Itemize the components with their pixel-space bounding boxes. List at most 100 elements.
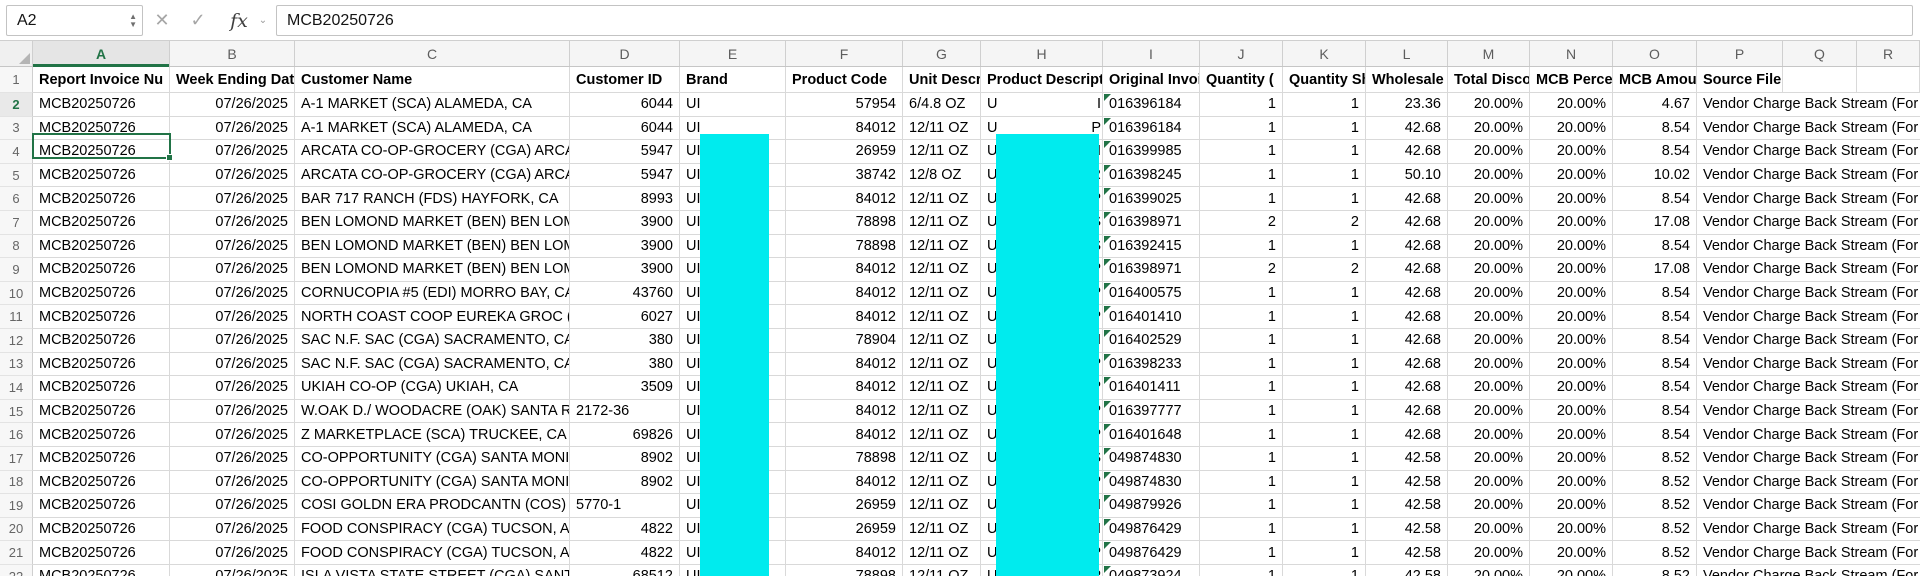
cell-I8[interactable]: 016392415: [1103, 235, 1200, 259]
cell-G5[interactable]: 12/8 OZ: [903, 164, 981, 188]
cell-C22[interactable]: ISLA VISTA STATE STREET (CGA) SANTA BA: [295, 565, 570, 576]
column-header-I[interactable]: I: [1103, 41, 1200, 66]
cell-A7[interactable]: MCB20250726: [33, 211, 170, 235]
cell-M13[interactable]: 20.00%: [1448, 353, 1530, 377]
cell-P22[interactable]: Vendor Charge Back Stream (For: [1697, 565, 1920, 576]
cell-P19[interactable]: Vendor Charge Back Stream (For: [1697, 494, 1920, 518]
cell-F5[interactable]: 38742: [786, 164, 903, 188]
cell-P9[interactable]: Vendor Charge Back Stream (For: [1697, 258, 1920, 282]
cell-P5[interactable]: Vendor Charge Back Stream (For: [1697, 164, 1920, 188]
cell-M4[interactable]: 20.00%: [1448, 140, 1530, 164]
cell-C4[interactable]: ARCATA CO-OP-GROCERY (CGA) ARCATA,: [295, 140, 570, 164]
accept-icon[interactable]: ✓: [184, 0, 212, 41]
cell-G2[interactable]: 6/4.8 OZ: [903, 93, 981, 117]
chevron-down-icon[interactable]: ⌄: [255, 0, 271, 41]
column-header-F[interactable]: F: [786, 41, 903, 66]
cell-N14[interactable]: 20.00%: [1530, 376, 1613, 400]
cell-I14[interactable]: 016401411: [1103, 376, 1200, 400]
cell-B12[interactable]: 07/26/2025: [170, 329, 295, 353]
cell-J4[interactable]: 1: [1200, 140, 1283, 164]
cell-C8[interactable]: BEN LOMOND MARKET (BEN) BEN LOMO: [295, 235, 570, 259]
cell-C6[interactable]: BAR 717 RANCH (FDS) HAYFORK, CA: [295, 187, 570, 211]
cell-K21[interactable]: 1: [1283, 541, 1366, 565]
cell-A8[interactable]: MCB20250726: [33, 235, 170, 259]
cell-A21[interactable]: MCB20250726: [33, 541, 170, 565]
column-header-L[interactable]: L: [1366, 41, 1448, 66]
cell-A14[interactable]: MCB20250726: [33, 376, 170, 400]
cell-J17[interactable]: 1: [1200, 447, 1283, 471]
row-header-22[interactable]: 22: [0, 565, 33, 576]
cell-J3[interactable]: 1: [1200, 117, 1283, 141]
cell-B6[interactable]: 07/26/2025: [170, 187, 295, 211]
cell-J22[interactable]: 1: [1200, 565, 1283, 576]
cell-O16[interactable]: 8.54: [1613, 423, 1697, 447]
cell-N18[interactable]: 20.00%: [1530, 471, 1613, 495]
cell-G10[interactable]: 12/11 OZ: [903, 282, 981, 306]
cell-D14[interactable]: 3509: [570, 376, 680, 400]
cell-F12[interactable]: 78904: [786, 329, 903, 353]
cell-A20[interactable]: MCB20250726: [33, 518, 170, 542]
cell-K16[interactable]: 1: [1283, 423, 1366, 447]
cell-A17[interactable]: MCB20250726: [33, 447, 170, 471]
cell-G9[interactable]: 12/11 OZ: [903, 258, 981, 282]
cell-D8[interactable]: 3900: [570, 235, 680, 259]
cell-F14[interactable]: 84012: [786, 376, 903, 400]
cell-C20[interactable]: FOOD CONSPIRACY (CGA) TUCSON, AZ: [295, 518, 570, 542]
cell-O8[interactable]: 8.54: [1613, 235, 1697, 259]
cell-A6[interactable]: MCB20250726: [33, 187, 170, 211]
row-header-13[interactable]: 13: [0, 353, 33, 377]
cell-O4[interactable]: 8.54: [1613, 140, 1697, 164]
select-all-corner[interactable]: [0, 41, 33, 66]
cell-O5[interactable]: 10.02: [1613, 164, 1697, 188]
cell-A19[interactable]: MCB20250726: [33, 494, 170, 518]
cell-F6[interactable]: 84012: [786, 187, 903, 211]
cell-M7[interactable]: 20.00%: [1448, 211, 1530, 235]
cell-I3[interactable]: 016396184: [1103, 117, 1200, 141]
cell-B22[interactable]: 07/26/2025: [170, 565, 295, 576]
cell-M17[interactable]: 20.00%: [1448, 447, 1530, 471]
cell-K6[interactable]: 1: [1283, 187, 1366, 211]
cell-F4[interactable]: 26959: [786, 140, 903, 164]
cell-P21[interactable]: Vendor Charge Back Stream (For: [1697, 541, 1920, 565]
row-header-2[interactable]: 2: [0, 93, 33, 117]
cell-J16[interactable]: 1: [1200, 423, 1283, 447]
cell-I6[interactable]: 016399025: [1103, 187, 1200, 211]
cell-D16[interactable]: 69826: [570, 423, 680, 447]
row-header-21[interactable]: 21: [0, 541, 33, 565]
cell-D3[interactable]: 6044: [570, 117, 680, 141]
cell-K10[interactable]: 1: [1283, 282, 1366, 306]
cell-L19[interactable]: 42.58: [1366, 494, 1448, 518]
cell-I13[interactable]: 016398233: [1103, 353, 1200, 377]
cell-C5[interactable]: ARCATA CO-OP-GROCERY (CGA) ARCATA,: [295, 164, 570, 188]
cell-A10[interactable]: MCB20250726: [33, 282, 170, 306]
cell-L5[interactable]: 50.10: [1366, 164, 1448, 188]
cell-D5[interactable]: 5947: [570, 164, 680, 188]
cell-B9[interactable]: 07/26/2025: [170, 258, 295, 282]
cell-O15[interactable]: 8.54: [1613, 400, 1697, 424]
cell-C15[interactable]: W.OAK D./ WOODACRE (OAK) SANTA RO: [295, 400, 570, 424]
row-header-12[interactable]: 12: [0, 329, 33, 353]
row-header-6[interactable]: 6: [0, 187, 33, 211]
cell-L17[interactable]: 42.58: [1366, 447, 1448, 471]
cell-O11[interactable]: 8.54: [1613, 305, 1697, 329]
cell-O3[interactable]: 8.54: [1613, 117, 1697, 141]
cell-B10[interactable]: 07/26/2025: [170, 282, 295, 306]
column-header-H[interactable]: H: [981, 41, 1103, 66]
cell-J18[interactable]: 1: [1200, 471, 1283, 495]
cell-P14[interactable]: Vendor Charge Back Stream (For: [1697, 376, 1920, 400]
column-header-G[interactable]: G: [903, 41, 981, 66]
cell-L21[interactable]: 42.58: [1366, 541, 1448, 565]
row-header-8[interactable]: 8: [0, 235, 33, 259]
cell-B17[interactable]: 07/26/2025: [170, 447, 295, 471]
row-header-9[interactable]: 9: [0, 258, 33, 282]
cell-F18[interactable]: 84012: [786, 471, 903, 495]
cell-B2[interactable]: 07/26/2025: [170, 93, 295, 117]
cell-P11[interactable]: Vendor Charge Back Stream (For: [1697, 305, 1920, 329]
cell-P10[interactable]: Vendor Charge Back Stream (For: [1697, 282, 1920, 306]
cell-H2[interactable]: UI: [981, 93, 1103, 117]
column-header-D[interactable]: D: [570, 41, 680, 66]
cell-B15[interactable]: 07/26/2025: [170, 400, 295, 424]
cell-I16[interactable]: 016401648: [1103, 423, 1200, 447]
cell-O10[interactable]: 8.54: [1613, 282, 1697, 306]
cell-L6[interactable]: 42.68: [1366, 187, 1448, 211]
